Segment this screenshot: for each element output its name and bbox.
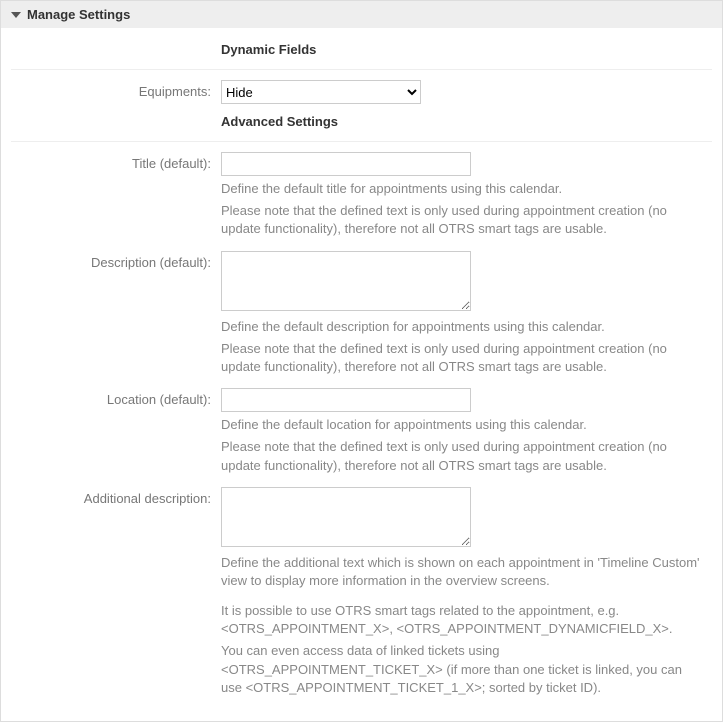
additional-description-input[interactable] [221,487,471,547]
chevron-down-icon [11,8,21,23]
divider [11,141,712,142]
section-title-dynamic-fields: Dynamic Fields [221,40,702,63]
row-equipments: Equipments: Hide [11,76,712,108]
label-location-default: Location (default): [11,388,221,407]
help-text: You can even access data of linked ticke… [221,642,702,697]
widget-title: Manage Settings [27,7,130,22]
equipments-select[interactable]: Hide [221,80,421,104]
title-default-input[interactable] [221,152,471,176]
help-text: Please note that the defined text is onl… [221,438,702,474]
help-additional-description: Define the additional text which is show… [221,554,702,697]
widget-header[interactable]: Manage Settings [1,1,722,28]
help-text: Please note that the defined text is onl… [221,340,702,376]
divider [11,69,712,70]
row-description-default: Description (default): Define the defaul… [11,247,712,385]
help-text: Define the default title for appointment… [221,180,702,198]
help-location-default: Define the default location for appointm… [221,416,702,475]
section-advanced-header: Advanced Settings [11,108,712,139]
section-title-advanced: Advanced Settings [221,112,702,135]
help-title-default: Define the default title for appointment… [221,180,702,239]
section-dynamic-fields-header: Dynamic Fields [11,36,712,67]
label-additional-description: Additional description: [11,487,221,506]
help-text: Define the default location for appointm… [221,416,702,434]
row-location-default: Location (default): Define the default l… [11,384,712,483]
description-default-input[interactable] [221,251,471,311]
manage-settings-widget: Manage Settings Dynamic Fields Equipment… [0,0,723,722]
widget-body: Dynamic Fields Equipments: Hide Advanced… [1,28,722,721]
label-equipments: Equipments: [11,80,221,99]
help-text: Define the default description for appoi… [221,318,702,336]
help-text: It is possible to use OTRS smart tags re… [221,602,702,638]
help-description-default: Define the default description for appoi… [221,318,702,377]
location-default-input[interactable] [221,388,471,412]
label-description-default: Description (default): [11,251,221,270]
help-text: Please note that the defined text is onl… [221,202,702,238]
row-title-default: Title (default): Define the default titl… [11,148,712,247]
row-additional-description: Additional description: Define the addit… [11,483,712,705]
help-text: Define the additional text which is show… [221,554,702,590]
label-title-default: Title (default): [11,152,221,171]
